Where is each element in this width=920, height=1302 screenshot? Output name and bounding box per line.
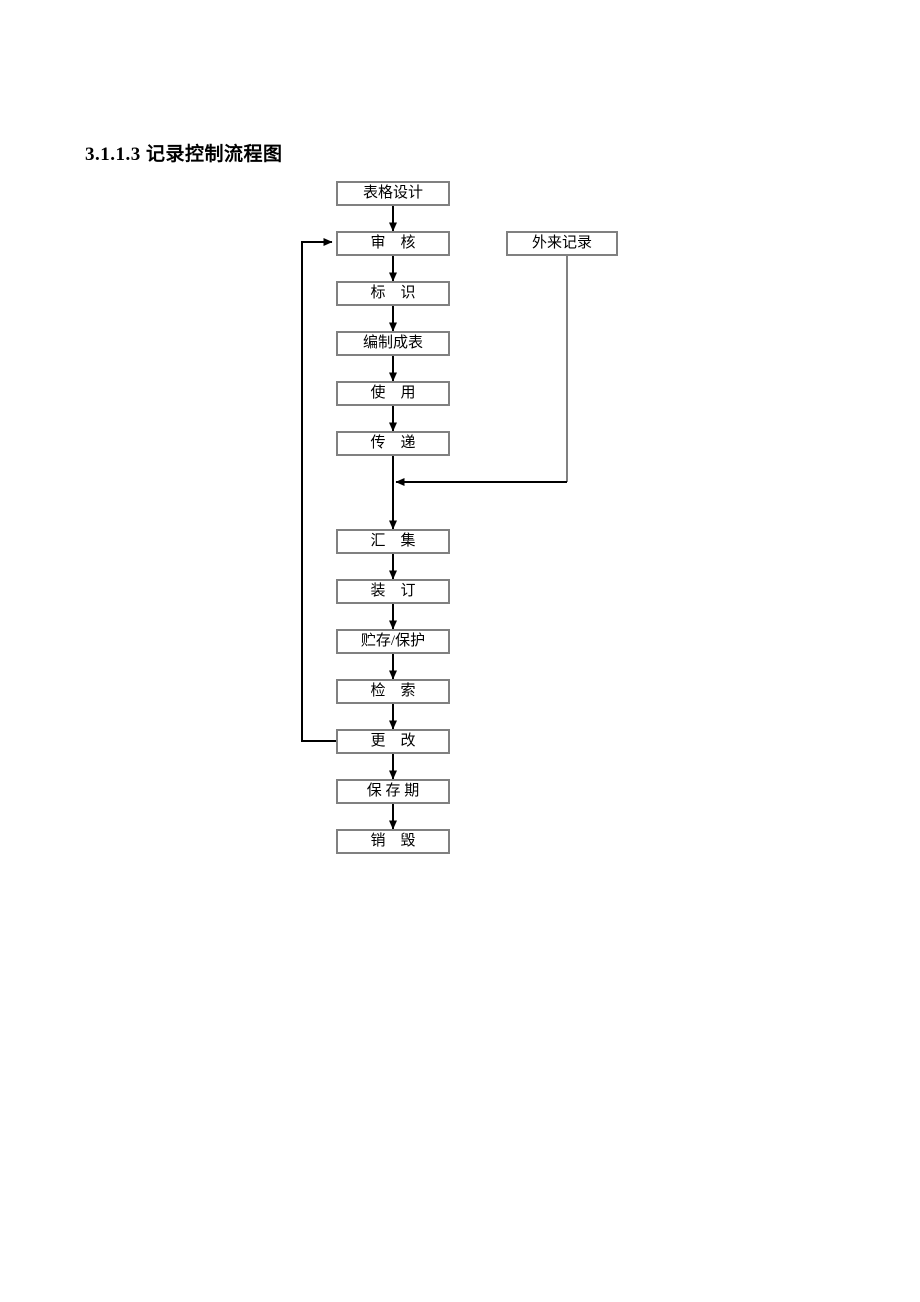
flow-node-identify: 标 识 <box>336 281 450 306</box>
flow-node-review: 审 核 <box>336 231 450 256</box>
flow-node-form-design: 表格设计 <box>336 181 450 206</box>
edge-modify-feedback-to-review <box>301 238 336 742</box>
flow-node-use: 使 用 <box>336 381 450 406</box>
flow-node-transfer: 传 递 <box>336 431 450 456</box>
flow-node-store-protect: 贮存/保护 <box>336 629 450 654</box>
flow-node-binding: 装 订 <box>336 579 450 604</box>
flow-node-collect: 汇 集 <box>336 529 450 554</box>
flow-node-retention: 保 存 期 <box>336 779 450 804</box>
flow-node-external-record: 外来记录 <box>506 231 618 256</box>
flow-node-modify: 更 改 <box>336 729 450 754</box>
document-page: 3.1.1.3 记录控制流程图 表格设计 审 核 标 识 编制成表 使 用 传 … <box>0 0 920 1302</box>
flowchart-connectors <box>301 206 568 830</box>
flow-node-retrieve: 检 索 <box>336 679 450 704</box>
flow-node-compile-table: 编制成表 <box>336 331 450 356</box>
flow-node-destroy: 销 毁 <box>336 829 450 854</box>
flowchart-diagram: 表格设计 审 核 标 识 编制成表 使 用 传 递 汇 集 装 订 贮存/保护 … <box>0 0 920 1302</box>
